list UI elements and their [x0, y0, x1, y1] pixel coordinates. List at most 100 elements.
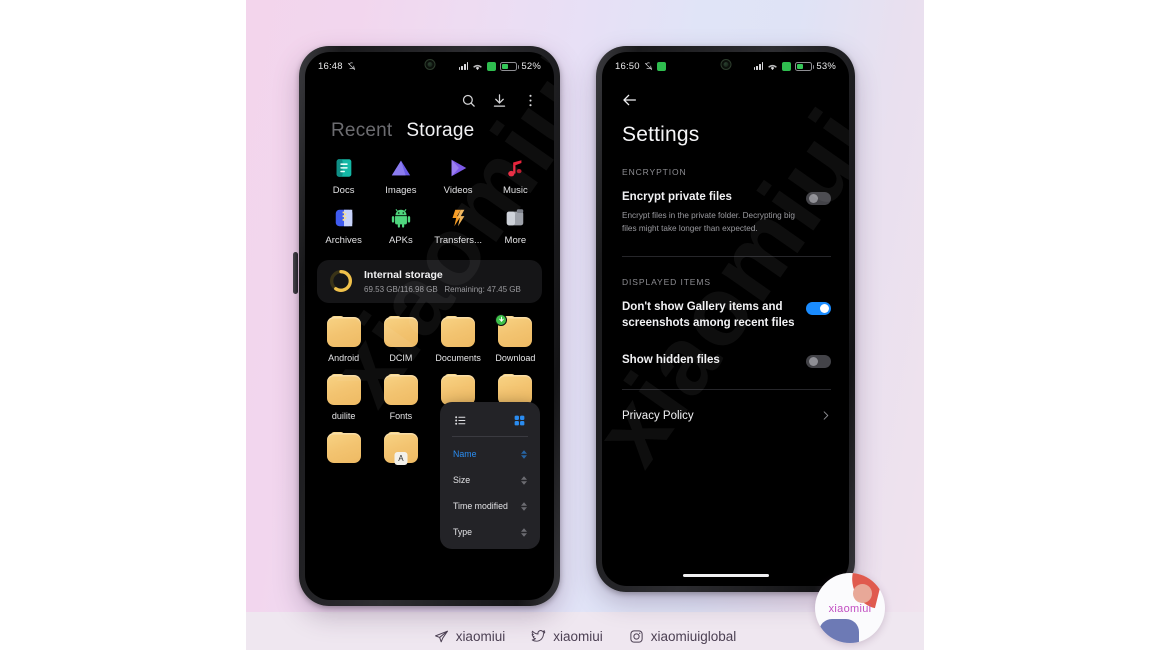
archive-zip-icon [332, 206, 356, 230]
category-apks[interactable]: APKs [372, 206, 429, 246]
sort-option-name[interactable]: Name [440, 441, 540, 467]
folder-icon [383, 373, 418, 405]
folder-item[interactable]: duilite [315, 373, 372, 421]
page-title: Settings [622, 123, 700, 146]
storage-remaining: Remaining: 47.45 GB [444, 284, 521, 294]
sort-option-time-modified[interactable]: Time modified [440, 493, 540, 519]
social-handle: xiaomiuiglobal [650, 628, 737, 644]
folder-item-app[interactable]: A [372, 431, 429, 469]
phone-power-button[interactable] [293, 252, 298, 294]
folder-icon [326, 315, 361, 347]
sort-option-label: Name [453, 449, 477, 459]
setting-description: Encrypt files in the private folder. Dec… [622, 210, 795, 234]
sort-option-type[interactable]: Type [440, 519, 540, 545]
setting-title: Encrypt private files [622, 191, 732, 203]
setting-row-hide-gallery-items[interactable]: Don't show Gallery items and screenshots… [602, 287, 849, 332]
sort-direction-icon [521, 475, 527, 485]
view-tabs: Recent Storage [305, 110, 554, 142]
category-label: Docs [332, 185, 355, 196]
folder-item[interactable]: Android [315, 315, 372, 363]
chevron-right-icon [823, 411, 829, 420]
toggle-show-hidden-files[interactable] [806, 355, 831, 369]
folder-icon [326, 431, 361, 463]
folder-icon [326, 373, 361, 405]
toggle-encrypt-private-files[interactable] [806, 192, 831, 205]
document-icon [332, 156, 356, 180]
category-archives[interactable]: Archives [315, 206, 372, 246]
file-manager-app: Recent Storage Docs Images Videos Music … [305, 52, 554, 600]
category-images[interactable]: Images [372, 156, 429, 196]
storage-progress-ring-icon [330, 270, 352, 293]
tab-recent[interactable]: Recent [331, 120, 392, 142]
popup-divider [452, 436, 528, 437]
toggle-hide-gallery-items[interactable] [806, 301, 831, 315]
sort-direction-icon [521, 527, 527, 537]
image-mountain-icon [389, 156, 413, 180]
home-indicator[interactable] [682, 574, 769, 577]
category-label: Archives [325, 235, 362, 246]
overflow-menu-icon[interactable] [523, 93, 538, 108]
category-label: Videos [443, 185, 473, 196]
storage-title: Internal storage [364, 269, 443, 281]
folder-icon [441, 373, 476, 405]
search-icon[interactable] [461, 93, 476, 108]
list-view-icon[interactable] [454, 414, 467, 427]
folder-item[interactable] [315, 431, 372, 469]
tab-storage[interactable]: Storage [406, 120, 474, 142]
social-twitter[interactable]: xiaomiui [531, 629, 603, 644]
category-transfers[interactable]: Transfers... [430, 206, 487, 246]
category-music[interactable]: Music [487, 156, 544, 196]
setting-row-show-hidden-files[interactable]: Show hidden files [602, 332, 849, 369]
right-white-margin [924, 0, 1170, 650]
setting-title: Don't show Gallery items and screenshots… [622, 300, 795, 330]
sort-option-label: Size [453, 475, 471, 485]
internal-storage-card[interactable]: Internal storage 69.53 GB/116.98 GB Rema… [317, 260, 542, 303]
folder-item[interactable]: Documents [430, 315, 487, 363]
category-label: More [504, 235, 527, 246]
instagram-icon [630, 629, 643, 643]
phone-device-file-manager: 16:48 52% Recent Storage Docs Images Vid… [299, 46, 560, 606]
folder-icon [383, 315, 418, 347]
logo-peach-circle [853, 584, 872, 603]
logo-blue-shape [819, 619, 859, 643]
folder-item[interactable]: DCIM [372, 315, 429, 363]
social-telegram[interactable]: xiaomiui [434, 628, 506, 644]
category-label: Transfers... [434, 235, 482, 246]
category-label: Music [502, 185, 528, 196]
folder-label: DCIM [389, 352, 413, 363]
sort-direction-icon [521, 449, 527, 459]
privacy-policy-row[interactable]: Privacy Policy [602, 390, 849, 422]
folder-item-download[interactable]: Download [487, 313, 544, 363]
category-label: Images [385, 185, 417, 196]
folder-icon [441, 315, 476, 347]
privacy-policy-label: Privacy Policy [622, 409, 694, 422]
folder-label: duilite [331, 410, 356, 421]
category-videos[interactable]: Videos [430, 156, 487, 196]
folder-label: Android [328, 352, 360, 363]
folder-icon: A [383, 431, 418, 465]
back-arrow-icon [623, 94, 636, 106]
app-badge-icon: A [394, 451, 408, 465]
storage-usage: 69.53 GB/116.98 GB [364, 284, 438, 294]
folder-item[interactable]: Fonts [372, 373, 429, 421]
category-more[interactable]: More [487, 206, 544, 246]
xiaomiui-logo-badge: xiaomiui [815, 573, 885, 643]
more-folder-icon [503, 206, 527, 230]
download-icon[interactable] [492, 93, 507, 108]
setting-row-encrypt-private-files[interactable]: Encrypt private files Encrypt files in t… [602, 177, 849, 236]
phone-device-settings: 16:50 53% Settings ENCRYPTION Encrypt pr… [596, 46, 855, 592]
screenshot-root: 16:48 52% Recent Storage Docs Images Vid… [0, 0, 1170, 650]
setting-title: Show hidden files [622, 354, 720, 367]
download-badge-icon [495, 313, 508, 326]
left-white-margin [0, 0, 246, 650]
folder-label: Download [495, 352, 536, 363]
category-docs[interactable]: Docs [315, 156, 372, 196]
grid-view-icon[interactable] [513, 414, 526, 427]
folder-icon [495, 313, 533, 347]
back-button[interactable] [602, 80, 849, 113]
social-handle: xiaomiui [455, 628, 506, 644]
folder-label: Fonts [389, 410, 413, 421]
sort-option-label: Time modified [453, 501, 508, 511]
social-instagram[interactable]: xiaomiuiglobal [629, 628, 737, 644]
sort-option-size[interactable]: Size [440, 467, 540, 493]
